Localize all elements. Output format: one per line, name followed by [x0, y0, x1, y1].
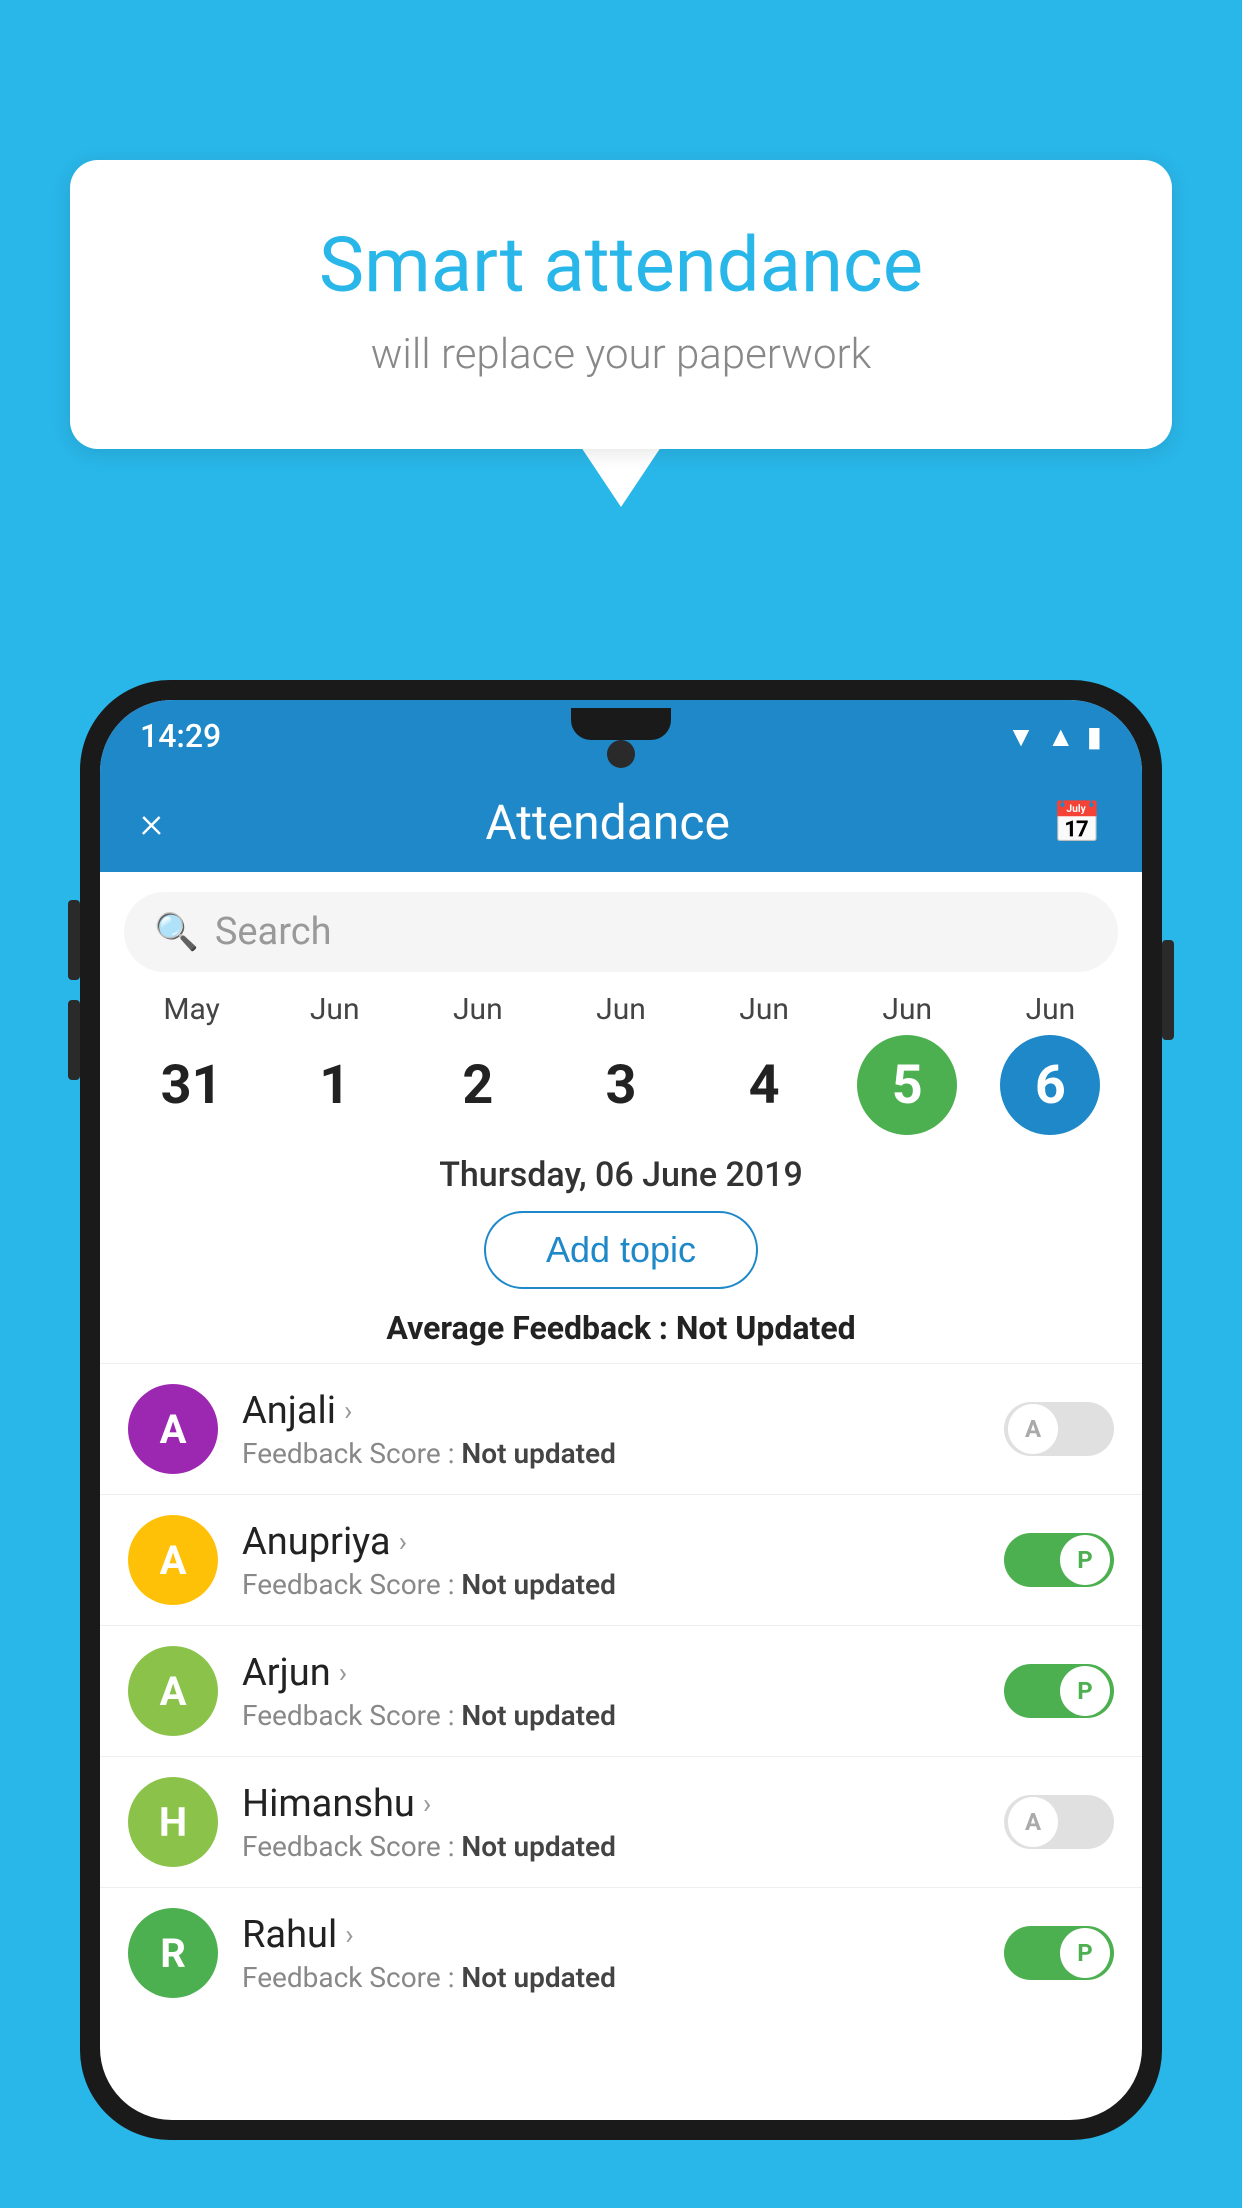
student-list: AAnjali ›Feedback Score : Not updatedAAA…	[100, 1363, 1142, 2018]
student-item-0: A Anjali › Feedback Score : Not updated A	[100, 1363, 1142, 1494]
speech-bubble-section: Smart attendance will replace your paper…	[70, 160, 1172, 507]
app-header: × Attendance 📅	[100, 772, 1142, 872]
date-cell-4[interactable]: Jun 4	[704, 992, 824, 1135]
avg-feedback: Average Feedback : Not Updated	[100, 1309, 1142, 1363]
date-day[interactable]: 1	[285, 1035, 385, 1135]
toggle-thumb: P	[1060, 1535, 1110, 1585]
avatar: R	[128, 1908, 218, 1998]
status-time: 14:29	[140, 717, 221, 755]
toggle-switch[interactable]: A	[1004, 1795, 1114, 1849]
student-item-3: H Himanshu › Feedback Score : Not updated A	[100, 1756, 1142, 1887]
toggle-switch[interactable]: A	[1004, 1402, 1114, 1456]
volume-up-button	[68, 900, 80, 980]
avatar: A	[128, 1515, 218, 1605]
feedback-score: Feedback Score : Not updated	[242, 1699, 980, 1732]
toggle-thumb: A	[1008, 1404, 1058, 1454]
search-input[interactable]: Search	[215, 910, 1088, 954]
status-icons: ▼ ▲ ▮	[1007, 720, 1102, 753]
chevron-right-icon: ›	[345, 1918, 353, 1951]
toggle-switch[interactable]: P	[1004, 1533, 1114, 1587]
calendar-icon[interactable]: 📅	[1052, 799, 1102, 846]
date-day[interactable]: 3	[571, 1035, 671, 1135]
date-cell-1[interactable]: Jun 1	[275, 992, 395, 1135]
add-topic-button[interactable]: Add topic	[484, 1211, 758, 1289]
chevron-right-icon: ›	[339, 1656, 347, 1689]
feedback-score: Feedback Score : Not updated	[242, 1437, 980, 1470]
toggle-thumb: P	[1060, 1928, 1110, 1978]
student-item-4: R Rahul › Feedback Score : Not updated P	[100, 1887, 1142, 2018]
date-month: Jun	[310, 992, 360, 1027]
student-name: Anjali ›	[242, 1389, 980, 1433]
signal-icon: ▲	[1047, 720, 1075, 753]
avatar: H	[128, 1777, 218, 1867]
phone-notch	[571, 708, 671, 740]
attendance-toggle[interactable]: A	[1004, 1402, 1114, 1456]
attendance-toggle[interactable]: P	[1004, 1533, 1114, 1587]
student-item-1: A Anupriya › Feedback Score : Not updated P	[100, 1494, 1142, 1625]
volume-down-button	[68, 1000, 80, 1080]
phone-camera	[607, 740, 635, 768]
speech-bubble-title: Smart attendance	[150, 220, 1092, 310]
student-name: Anupriya ›	[242, 1520, 980, 1564]
phone-screen: 14:29 ▼ ▲ ▮ × Attendance 📅 🔍 Search May 3…	[100, 700, 1142, 2120]
wifi-icon: ▼	[1007, 720, 1035, 753]
close-button[interactable]: ×	[140, 796, 163, 848]
selected-date: Thursday, 06 June 2019	[100, 1135, 1142, 1211]
date-strip: May 31 Jun 1 Jun 2 Jun 3 Jun 4 Jun 5 Jun 6	[100, 982, 1142, 1135]
student-item-2: A Arjun › Feedback Score : Not updated P	[100, 1625, 1142, 1756]
search-icon: 🔍	[154, 911, 199, 953]
app-title: Attendance	[163, 794, 1052, 851]
date-month: Jun	[1026, 992, 1076, 1027]
avg-feedback-label: Average Feedback :	[386, 1309, 675, 1347]
toggle-switch[interactable]: P	[1004, 1664, 1114, 1718]
power-button	[1162, 940, 1174, 1040]
feedback-score: Feedback Score : Not updated	[242, 1961, 980, 1994]
speech-bubble-tail	[581, 447, 661, 507]
attendance-toggle[interactable]: P	[1004, 1664, 1114, 1718]
battery-icon: ▮	[1087, 720, 1102, 753]
speech-bubble-subtitle: will replace your paperwork	[150, 330, 1092, 379]
student-name: Himanshu ›	[242, 1782, 980, 1826]
date-month: Jun	[739, 992, 789, 1027]
date-month: Jun	[882, 992, 932, 1027]
toggle-thumb: P	[1060, 1666, 1110, 1716]
date-day[interactable]: 5	[857, 1035, 957, 1135]
toggle-thumb: A	[1008, 1797, 1058, 1847]
search-bar[interactable]: 🔍 Search	[124, 892, 1118, 972]
student-info[interactable]: Anjali › Feedback Score : Not updated	[242, 1389, 980, 1470]
date-day[interactable]: 31	[142, 1035, 242, 1135]
date-cell-2[interactable]: Jun 2	[418, 992, 538, 1135]
date-cell-5[interactable]: Jun 5	[847, 992, 967, 1135]
avg-feedback-value: Not Updated	[676, 1309, 856, 1347]
chevron-right-icon: ›	[399, 1525, 407, 1558]
date-day[interactable]: 4	[714, 1035, 814, 1135]
student-info[interactable]: Anupriya › Feedback Score : Not updated	[242, 1520, 980, 1601]
date-day[interactable]: 6	[1000, 1035, 1100, 1135]
date-cell-0[interactable]: May 31	[132, 992, 252, 1135]
student-info[interactable]: Himanshu › Feedback Score : Not updated	[242, 1782, 980, 1863]
feedback-score: Feedback Score : Not updated	[242, 1830, 980, 1863]
date-month: Jun	[596, 992, 646, 1027]
chevron-right-icon: ›	[344, 1394, 352, 1427]
feedback-score: Feedback Score : Not updated	[242, 1568, 980, 1601]
date-cell-3[interactable]: Jun 3	[561, 992, 681, 1135]
date-cell-6[interactable]: Jun 6	[990, 992, 1110, 1135]
date-month: May	[163, 992, 219, 1027]
student-info[interactable]: Arjun › Feedback Score : Not updated	[242, 1651, 980, 1732]
chevron-right-icon: ›	[423, 1787, 431, 1820]
student-name: Rahul ›	[242, 1913, 980, 1957]
speech-bubble: Smart attendance will replace your paper…	[70, 160, 1172, 449]
student-info[interactable]: Rahul › Feedback Score : Not updated	[242, 1913, 980, 1994]
date-month: Jun	[453, 992, 503, 1027]
toggle-switch[interactable]: P	[1004, 1926, 1114, 1980]
student-name: Arjun ›	[242, 1651, 980, 1695]
phone-outer: 14:29 ▼ ▲ ▮ × Attendance 📅 🔍 Search May 3…	[80, 680, 1162, 2140]
phone-device: 14:29 ▼ ▲ ▮ × Attendance 📅 🔍 Search May 3…	[80, 680, 1162, 2208]
date-day[interactable]: 2	[428, 1035, 528, 1135]
attendance-toggle[interactable]: A	[1004, 1795, 1114, 1849]
attendance-toggle[interactable]: P	[1004, 1926, 1114, 1980]
avatar: A	[128, 1646, 218, 1736]
avatar: A	[128, 1384, 218, 1474]
